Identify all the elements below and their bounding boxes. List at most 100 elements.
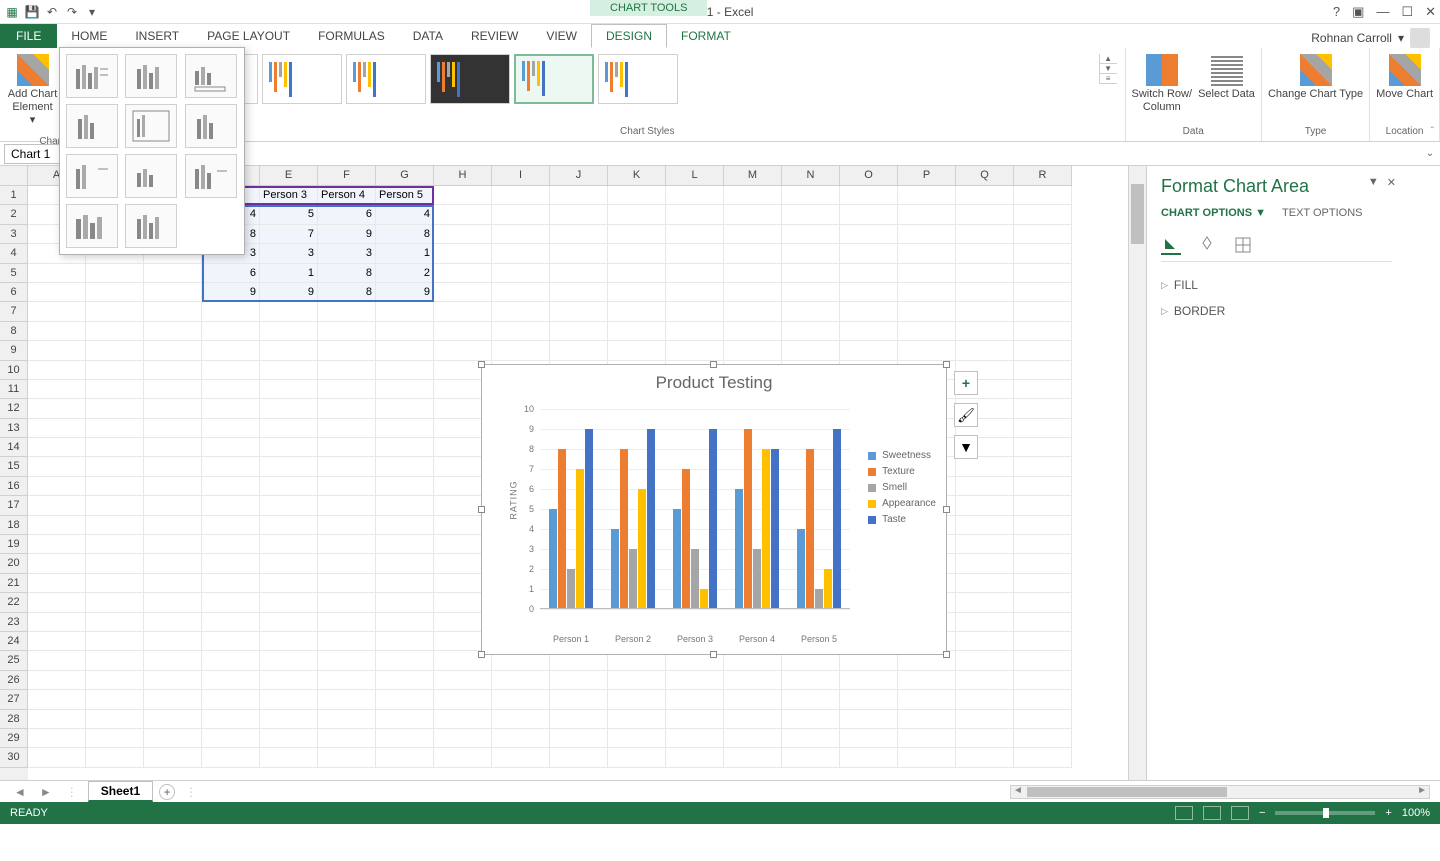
chart-bar[interactable] [700, 589, 708, 609]
cell[interactable] [376, 554, 434, 573]
chart-bar[interactable] [620, 449, 628, 609]
cell[interactable] [666, 225, 724, 244]
cell[interactable] [956, 477, 1014, 496]
cell[interactable] [550, 710, 608, 729]
normal-view-icon[interactable] [1175, 806, 1193, 820]
cell[interactable] [376, 341, 434, 360]
cell[interactable] [28, 283, 86, 302]
legend-item[interactable]: Appearance [868, 498, 936, 509]
cell[interactable] [28, 322, 86, 341]
cell[interactable] [956, 651, 1014, 670]
chart-legend[interactable]: SweetnessTextureSmellAppearanceTaste [868, 445, 936, 530]
cell[interactable] [1014, 748, 1072, 767]
cell[interactable] [260, 574, 318, 593]
add-chart-element-button[interactable]: Add Chart Element ▾ [4, 50, 61, 132]
cell[interactable] [260, 671, 318, 690]
cell[interactable] [608, 729, 666, 748]
cell[interactable] [376, 302, 434, 321]
cell[interactable] [86, 361, 144, 380]
cell[interactable] [144, 554, 202, 573]
cell[interactable] [144, 613, 202, 632]
cell[interactable] [1014, 710, 1072, 729]
cell[interactable] [260, 419, 318, 438]
cell[interactable] [898, 322, 956, 341]
cell[interactable] [608, 244, 666, 263]
cell[interactable] [492, 283, 550, 302]
cell[interactable] [840, 225, 898, 244]
cell[interactable] [376, 496, 434, 515]
cell[interactable] [492, 205, 550, 224]
zoom-in-icon[interactable]: + [1385, 807, 1391, 819]
cell[interactable] [898, 671, 956, 690]
chart-object[interactable]: Product Testing RATING 012345678910 Pers… [481, 364, 947, 655]
column-header[interactable]: L [666, 166, 724, 186]
cell[interactable] [724, 748, 782, 767]
cell[interactable] [28, 748, 86, 767]
cell[interactable] [434, 322, 492, 341]
vertical-scrollbar[interactable] [1128, 166, 1146, 780]
cell[interactable] [840, 302, 898, 321]
cell[interactable] [608, 264, 666, 283]
tab-insert[interactable]: INSERT [121, 24, 193, 48]
sheet-tab-sheet1[interactable]: Sheet1 [88, 781, 153, 802]
cell[interactable] [956, 457, 1014, 476]
chart-bar[interactable] [735, 489, 743, 609]
cell[interactable] [260, 322, 318, 341]
cell[interactable] [376, 748, 434, 767]
chart-bar[interactable] [638, 489, 646, 609]
cell[interactable] [86, 438, 144, 457]
cell[interactable] [202, 690, 260, 709]
cell[interactable] [550, 302, 608, 321]
cell[interactable] [492, 341, 550, 360]
row-header[interactable]: 29 [0, 729, 28, 748]
cell[interactable] [550, 186, 608, 205]
cells-area[interactable]: rson 2Person 3Person 4Person 54564879833… [28, 186, 1128, 780]
cell[interactable] [724, 729, 782, 748]
cell[interactable] [782, 225, 840, 244]
cell[interactable] [1014, 322, 1072, 341]
chart-filters-button[interactable]: ▼ [954, 435, 978, 459]
cell[interactable] [376, 399, 434, 418]
cell[interactable] [840, 690, 898, 709]
cell[interactable] [956, 613, 1014, 632]
cell[interactable] [144, 671, 202, 690]
qat-dropdown-icon[interactable]: ▾ [84, 4, 100, 20]
cell[interactable] [260, 729, 318, 748]
fill-section[interactable]: FILL [1161, 272, 1392, 298]
cell[interactable] [550, 671, 608, 690]
zoom-out-icon[interactable]: − [1259, 807, 1265, 819]
cell[interactable] [202, 574, 260, 593]
cell[interactable] [318, 477, 376, 496]
cell[interactable] [202, 554, 260, 573]
chart-bar[interactable] [682, 469, 690, 609]
chart-style-6[interactable] [598, 54, 678, 104]
legend-item[interactable]: Smell [868, 482, 936, 493]
cell[interactable] [28, 632, 86, 651]
cell[interactable] [318, 419, 376, 438]
cell[interactable] [376, 516, 434, 535]
cell[interactable] [956, 593, 1014, 612]
cell[interactable] [724, 322, 782, 341]
cell[interactable] [86, 457, 144, 476]
cell[interactable] [840, 205, 898, 224]
cell[interactable] [956, 205, 1014, 224]
chart-bar[interactable] [744, 429, 752, 609]
cell[interactable] [28, 554, 86, 573]
cell[interactable] [898, 186, 956, 205]
cell[interactable] [1014, 671, 1072, 690]
cell[interactable] [202, 438, 260, 457]
row-header[interactable]: 17 [0, 496, 28, 515]
cell[interactable] [666, 264, 724, 283]
cell[interactable] [434, 264, 492, 283]
cell[interactable] [608, 690, 666, 709]
sheet-nav-prev-icon[interactable]: ◄ [10, 785, 30, 799]
cell[interactable] [724, 690, 782, 709]
tab-formulas[interactable]: FORMULAS [304, 24, 399, 48]
cell[interactable] [724, 302, 782, 321]
cell[interactable] [724, 186, 782, 205]
chart-bar[interactable] [549, 509, 557, 609]
chart-style-3[interactable] [346, 54, 426, 104]
cell[interactable] [1014, 399, 1072, 418]
cell[interactable] [28, 651, 86, 670]
cell[interactable] [782, 341, 840, 360]
